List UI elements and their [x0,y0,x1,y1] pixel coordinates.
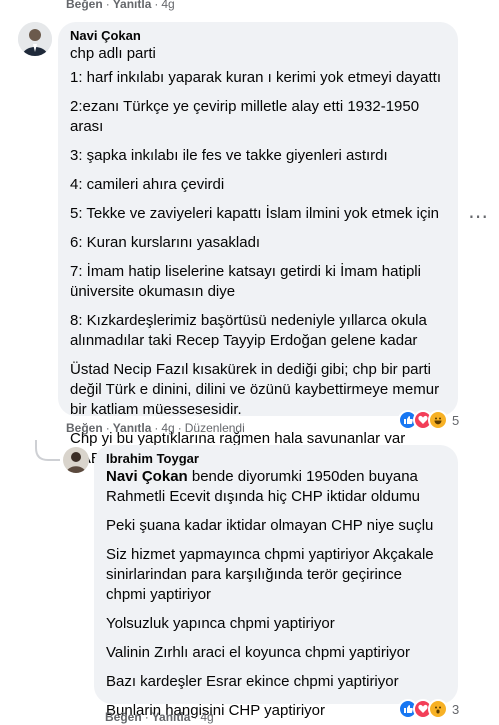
comment-paragraph: Siz hizmet yapmayınca chpmi yaptiriyor A… [106,546,434,603]
comment-paragraph: Peki şuana kadar iktidar olmayan CHP niy… [106,517,434,534]
like-button[interactable]: Beğen [105,710,142,724]
comment-author[interactable]: Ibrahim Toygar [106,451,446,466]
reply-button[interactable]: Yanıtla [152,710,191,724]
wow-reaction-icon [428,699,448,719]
comment-paragraph: Bazı kardeşler Esrar ekince chpmi yaptir… [106,673,399,690]
reaction-summary[interactable]: 3 [398,699,459,719]
avatar-ibrahim-toygar[interactable] [63,447,89,473]
profile-photo [63,447,89,473]
comment-bubble-ibrahim-toygar: Ibrahim Toygar Navi Çokan bende diyorumk… [94,445,458,719]
comment-paragraph: Navi Çokan bende diyorumki 1950den buyan… [106,467,446,507]
timestamp[interactable]: 4g [200,710,213,724]
mention-link[interactable]: Navi Çokan [106,468,188,485]
comment-paragraph: Valinin Zırhlı araci el koyunca chpmi ya… [106,644,411,661]
comment-actions: Beğen · Yanıtla · 4g [105,710,214,724]
comment-paragraph: Yolsuzluk yapınca chpmi yaptiriyor [106,615,335,632]
reaction-count[interactable]: 3 [452,702,459,717]
comment-body: Navi Çokan bende diyorumki 1950den buyan… [106,467,446,721]
